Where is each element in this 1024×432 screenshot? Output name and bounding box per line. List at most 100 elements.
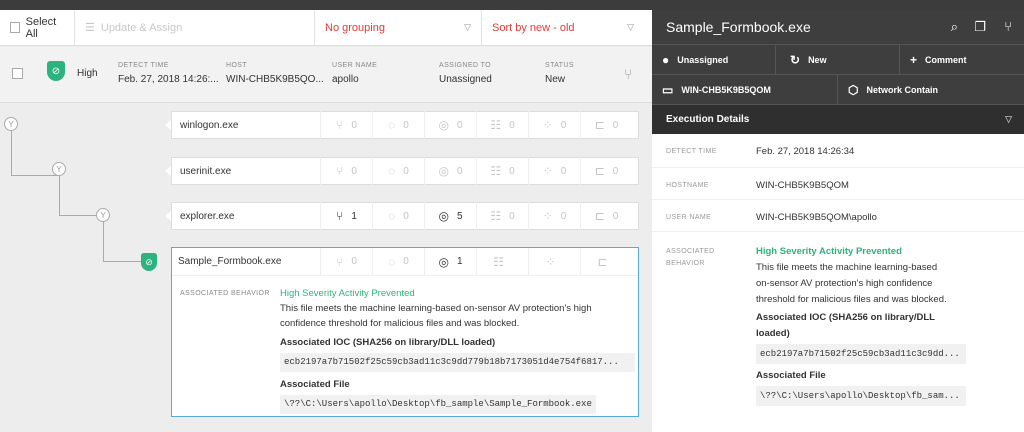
detect-time-value: Feb. 27, 2018 14:26:... xyxy=(118,74,219,85)
stat-value: 0 xyxy=(509,165,515,177)
stat-value: 5 xyxy=(456,210,463,222)
file-stat[interactable]: ⊏ 0 xyxy=(580,157,632,185)
dns-stat[interactable]: ◌ 0 xyxy=(372,111,424,139)
network-stat[interactable]: ⑂ 0 xyxy=(320,247,372,276)
status-label: STATUS xyxy=(545,62,574,69)
network-stat[interactable]: ⑂ 0 xyxy=(320,157,372,185)
user-icon: ● xyxy=(662,52,670,67)
detail-row: HOSTNAME WIN-CHB5K9B5QOM xyxy=(652,168,1024,200)
assign-button[interactable]: ● Unassigned xyxy=(652,44,776,74)
file-icon: ⊏ xyxy=(594,209,605,223)
stat-value: 0 xyxy=(403,119,409,131)
module-stat[interactable]: ⁘ xyxy=(528,247,580,276)
module-icon: ⁘ xyxy=(542,209,553,223)
process-tree-icon[interactable]: ⑂ xyxy=(1004,19,1012,34)
behavior-desc: This file meets the machine learning-bas… xyxy=(280,303,592,314)
ioc-hash[interactable]: ecb2197a7b71502f25c59cb3ad11c3c9dd... xyxy=(756,344,966,364)
chevron-down-icon: ▽ xyxy=(464,22,471,32)
stat-value: 0 xyxy=(403,256,409,267)
process-row[interactable]: explorer.exe ⑂ 1 ◌ 0 ◎ 5 ☷ 0 ⁘ 0 ⊏ 0 xyxy=(171,202,639,230)
host-button[interactable]: ▭ WIN-CHB5K9B5QOM xyxy=(652,74,838,104)
module-stat[interactable]: ⁘ 0 xyxy=(528,157,580,185)
assigned-value: Unassigned xyxy=(439,74,492,85)
user-value: apollo xyxy=(332,74,359,85)
file-stat[interactable]: ⊏ xyxy=(580,247,632,276)
file-title: Associated File xyxy=(756,370,826,381)
stat-value: 0 xyxy=(351,165,357,177)
detail-label: DETECT TIME xyxy=(666,148,717,155)
file-path[interactable]: \??\C:\Users\apollo\Desktop\fb_sam... xyxy=(756,386,966,406)
disk-stat[interactable]: ◎ 5 xyxy=(424,202,476,230)
tree-node-icon[interactable]: Y xyxy=(4,117,18,131)
wifi-icon: ◌ xyxy=(388,118,396,132)
grouping-dropdown[interactable]: No grouping ▽ xyxy=(315,10,482,46)
behavior-label: ASSOCIATED BEHAVIOR xyxy=(180,290,270,297)
registry-stat[interactable]: ☷ 0 xyxy=(476,202,528,230)
disk-stat[interactable]: ◎ 0 xyxy=(424,157,476,185)
copy-icon[interactable]: ❐ xyxy=(974,19,986,35)
behavior-title: High Severity Activity Prevented xyxy=(280,288,415,299)
stat-value: 0 xyxy=(612,165,619,177)
registry-stat[interactable]: ☷ 0 xyxy=(476,157,528,185)
chevron-down-icon: ▽ xyxy=(1005,114,1012,124)
process-row[interactable]: winlogon.exe ⑂ 0 ◌ 0 ◎ 0 ☷ 0 ⁘ 0 ⊏ 0 xyxy=(171,111,639,139)
process-row[interactable]: Sample_Formbook.exe ⑂ 0 ◌ 0 ◎ 1 ☷ ⁘ ⊏ xyxy=(172,247,638,276)
tree-node-icon[interactable]: Y xyxy=(96,208,110,222)
module-icon: ⁘ xyxy=(542,118,553,132)
ioc-hash[interactable]: ecb2197a7b71502f25c59cb3ad11c3c9dd779b18… xyxy=(280,353,635,372)
ioc-title: Associated IOC (SHA256 on library/DLL xyxy=(756,312,935,323)
network-stat[interactable]: ⑂ 0 xyxy=(320,111,372,139)
assign-label: Unassigned xyxy=(677,54,729,65)
select-all[interactable]: Select All xyxy=(0,10,75,46)
disk-stat[interactable]: ◎ 1 xyxy=(424,247,476,276)
expanded-process[interactable]: Sample_Formbook.exe ⑂ 0 ◌ 0 ◎ 1 ☷ ⁘ ⊏ ASSOC… xyxy=(171,247,639,417)
detail-value: WIN-CHB5K9B5QOM xyxy=(756,180,849,191)
registry-icon: ☷ xyxy=(490,164,502,178)
stat-value: 0 xyxy=(560,119,567,131)
disk-icon: ◎ xyxy=(438,118,449,132)
file-stat[interactable]: ⊏ 0 xyxy=(580,202,632,230)
disk-icon: ◎ xyxy=(438,164,449,178)
process-tree-icon[interactable]: ⑂ xyxy=(624,66,632,82)
stat-value: 0 xyxy=(612,210,619,222)
status-button[interactable]: ↻ New xyxy=(776,44,900,74)
dns-stat[interactable]: ◌ 0 xyxy=(372,247,424,276)
process-name: winlogon.exe xyxy=(180,119,239,131)
network-stat[interactable]: ⑂ 1 xyxy=(320,202,372,230)
dns-stat[interactable]: ◌ 0 xyxy=(372,202,424,230)
file-stat[interactable]: ⊏ 0 xyxy=(580,111,632,139)
detail-label: BEHAVIOR xyxy=(666,260,705,267)
detections-pane: Select All ☰ Update & Assign No grouping… xyxy=(0,10,652,432)
detail-label: USER NAME xyxy=(666,214,712,221)
detail-label: ASSOCIATED xyxy=(666,248,715,255)
module-stat[interactable]: ⁘ 0 xyxy=(528,111,580,139)
execution-details-header[interactable]: Execution Details ▽ xyxy=(652,104,1024,134)
stat-value: 0 xyxy=(509,210,515,222)
comment-button[interactable]: + Comment xyxy=(900,44,1024,74)
stat-value: 0 xyxy=(612,119,619,131)
process-row[interactable]: userinit.exe ⑂ 0 ◌ 0 ◎ 0 ☷ 0 ⁘ 0 ⊏ 0 xyxy=(171,157,639,185)
sort-dropdown[interactable]: Sort by new - old ▽ xyxy=(482,10,644,46)
tree-line xyxy=(11,130,12,175)
wifi-icon: ◌ xyxy=(388,164,396,178)
ioc-title: Associated IOC (SHA256 on library/DLL lo… xyxy=(280,337,496,348)
behavior-desc: confidence threshold for malicious files… xyxy=(280,318,520,329)
detection-row[interactable]: ⊘ High DETECT TIME Feb. 27, 2018 14:26:.… xyxy=(0,47,652,103)
select-all-checkbox[interactable] xyxy=(10,22,20,33)
file-path[interactable]: \??\C:\Users\apollo\Desktop\fb_sample\Sa… xyxy=(280,395,596,414)
network-contain-button[interactable]: ⬡ Network Contain xyxy=(838,74,1024,104)
host-value: WIN-CHB5K9B5QO... xyxy=(226,74,324,85)
disk-stat[interactable]: ◎ 0 xyxy=(424,111,476,139)
shield-icon: ⊘ xyxy=(141,253,157,271)
dns-stat[interactable]: ◌ 0 xyxy=(372,157,424,185)
detection-checkbox[interactable] xyxy=(12,68,23,79)
registry-stat[interactable]: ☷ 0 xyxy=(476,111,528,139)
update-assign-button[interactable]: ☰ Update & Assign xyxy=(75,10,315,46)
registry-stat[interactable]: ☷ xyxy=(476,247,528,276)
stat-value: 0 xyxy=(456,165,463,177)
module-stat[interactable]: ⁘ 0 xyxy=(528,202,580,230)
search-icon[interactable]: ⌕ xyxy=(951,19,958,35)
tree-node-icon[interactable]: Y xyxy=(52,162,66,176)
update-assign-label: Update & Assign xyxy=(100,21,183,34)
fork-icon: ⑂ xyxy=(336,164,344,178)
